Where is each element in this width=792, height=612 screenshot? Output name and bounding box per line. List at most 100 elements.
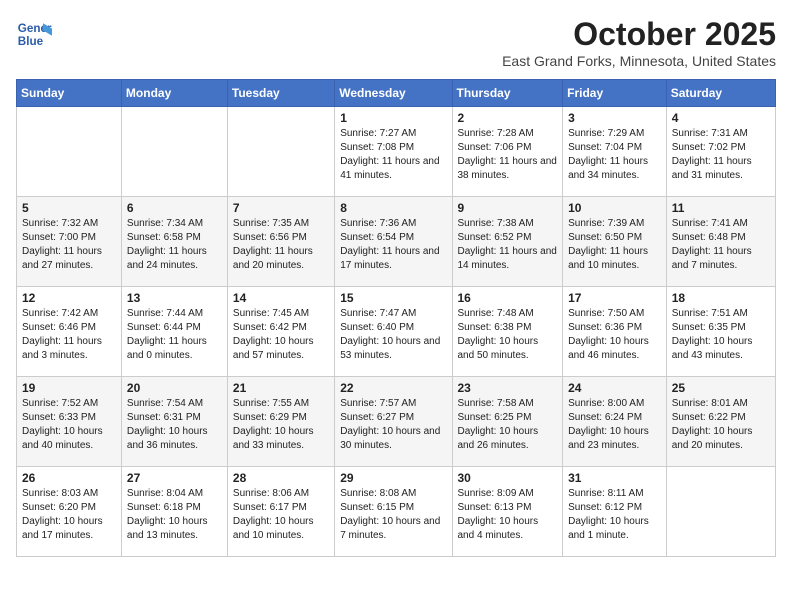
week-row-4: 19Sunrise: 7:52 AMSunset: 6:33 PMDayligh…	[17, 377, 776, 467]
day-number: 7	[233, 201, 329, 215]
day-info: Sunrise: 8:06 AMSunset: 6:17 PMDaylight:…	[233, 488, 314, 541]
day-info: Sunrise: 7:36 AMSunset: 6:54 PMDaylight:…	[340, 218, 439, 271]
day-number: 26	[22, 471, 116, 485]
day-cell: 24 Sunrise: 8:00 AMSunset: 6:24 PMDayligh…	[563, 377, 667, 467]
day-cell	[121, 107, 227, 197]
day-info: Sunrise: 7:50 AMSunset: 6:36 PMDaylight:…	[568, 308, 649, 361]
day-cell: 27 Sunrise: 8:04 AMSunset: 6:18 PMDayligh…	[121, 467, 227, 557]
week-row-3: 12 Sunrise: 7:42 AMSunset: 6:46 PMDayligh…	[17, 287, 776, 377]
day-info: Sunrise: 7:57 AMSunset: 6:27 PMDaylight:…	[340, 398, 440, 451]
header-wednesday: Wednesday	[335, 80, 452, 107]
day-info: Sunrise: 8:08 AMSunset: 6:15 PMDaylight:…	[340, 488, 440, 541]
day-number: 5	[22, 201, 116, 215]
day-cell: 1 Sunrise: 7:27 AMSunset: 7:08 PMDaylight…	[335, 107, 452, 197]
day-cell: 6Sunrise: 7:34 AMSunset: 6:58 PMDaylight…	[121, 197, 227, 287]
header-thursday: Thursday	[452, 80, 563, 107]
day-info: Sunrise: 8:01 AMSunset: 6:22 PMDaylight:…	[672, 398, 753, 451]
main-title: October 2025	[502, 16, 776, 53]
header-monday: Monday	[121, 80, 227, 107]
day-number: 16	[458, 291, 558, 305]
day-info: Sunrise: 7:52 AMSunset: 6:33 PMDaylight:…	[22, 398, 103, 451]
day-cell	[227, 107, 334, 197]
header-friday: Friday	[563, 80, 667, 107]
day-cell: 8 Sunrise: 7:36 AMSunset: 6:54 PMDaylight…	[335, 197, 452, 287]
day-cell: 5 Sunrise: 7:32 AMSunset: 7:00 PMDaylight…	[17, 197, 122, 287]
header-row: Sunday Monday Tuesday Wednesday Thursday…	[17, 80, 776, 107]
logo: General Blue	[16, 16, 52, 52]
day-cell: 10Sunrise: 7:39 AMSunset: 6:50 PMDayligh…	[563, 197, 667, 287]
day-info: Sunrise: 7:31 AMSunset: 7:02 PMDaylight:…	[672, 128, 752, 181]
day-info: Sunrise: 7:58 AMSunset: 6:25 PMDaylight:…	[458, 398, 539, 451]
day-info: Sunrise: 7:47 AMSunset: 6:40 PMDaylight:…	[340, 308, 440, 361]
week-row-1: 1 Sunrise: 7:27 AMSunset: 7:08 PMDaylight…	[17, 107, 776, 197]
day-number: 11	[672, 201, 770, 215]
day-cell: 21 Sunrise: 7:55 AMSunset: 6:29 PMDayligh…	[227, 377, 334, 467]
day-number: 10	[568, 201, 661, 215]
day-cell	[666, 467, 775, 557]
day-cell: 13 Sunrise: 7:44 AMSunset: 6:44 PMDayligh…	[121, 287, 227, 377]
day-info: Sunrise: 8:00 AMSunset: 6:24 PMDaylight:…	[568, 398, 649, 451]
day-number: 25	[672, 381, 770, 395]
day-cell: 30Sunrise: 8:09 AMSunset: 6:13 PMDayligh…	[452, 467, 563, 557]
day-cell: 2 Sunrise: 7:28 AMSunset: 7:06 PMDaylight…	[452, 107, 563, 197]
day-cell: 12 Sunrise: 7:42 AMSunset: 6:46 PMDayligh…	[17, 287, 122, 377]
day-info: Sunrise: 7:44 AMSunset: 6:44 PMDaylight:…	[127, 308, 207, 361]
day-info: Sunrise: 7:41 AMSunset: 6:48 PMDaylight:…	[672, 218, 752, 271]
day-cell: 7Sunrise: 7:35 AMSunset: 6:56 PMDaylight…	[227, 197, 334, 287]
day-info: Sunrise: 7:29 AMSunset: 7:04 PMDaylight:…	[568, 128, 648, 181]
day-number: 13	[127, 291, 222, 305]
day-cell: 16Sunrise: 7:48 AMSunset: 6:38 PMDayligh…	[452, 287, 563, 377]
calendar-table: Sunday Monday Tuesday Wednesday Thursday…	[16, 79, 776, 557]
day-cell: 26Sunrise: 8:03 AMSunset: 6:20 PMDayligh…	[17, 467, 122, 557]
day-cell	[17, 107, 122, 197]
sub-title: East Grand Forks, Minnesota, United Stat…	[502, 53, 776, 69]
day-cell: 17 Sunrise: 7:50 AMSunset: 6:36 PMDayligh…	[563, 287, 667, 377]
day-cell: 4 Sunrise: 7:31 AMSunset: 7:02 PMDaylight…	[666, 107, 775, 197]
day-number: 1	[340, 111, 446, 125]
day-number: 21	[233, 381, 329, 395]
day-number: 8	[340, 201, 446, 215]
day-cell: 28 Sunrise: 8:06 AMSunset: 6:17 PMDayligh…	[227, 467, 334, 557]
svg-text:Blue: Blue	[18, 35, 44, 48]
day-info: Sunrise: 7:38 AMSunset: 6:52 PMDaylight:…	[458, 218, 557, 271]
day-info: Sunrise: 8:04 AMSunset: 6:18 PMDaylight:…	[127, 488, 208, 541]
day-cell: 22Sunrise: 7:57 AMSunset: 6:27 PMDayligh…	[335, 377, 452, 467]
day-info: Sunrise: 7:28 AMSunset: 7:06 PMDaylight:…	[458, 128, 557, 181]
day-cell: 19Sunrise: 7:52 AMSunset: 6:33 PMDayligh…	[17, 377, 122, 467]
day-info: Sunrise: 8:11 AMSunset: 6:12 PMDaylight:…	[568, 488, 649, 541]
day-number: 20	[127, 381, 222, 395]
day-number: 2	[458, 111, 558, 125]
day-info: Sunrise: 7:54 AMSunset: 6:31 PMDaylight:…	[127, 398, 208, 451]
logo-icon: General Blue	[16, 16, 52, 52]
page-header: General Blue October 2025 East Grand For…	[16, 16, 776, 69]
header-sunday: Sunday	[17, 80, 122, 107]
day-cell: 15 Sunrise: 7:47 AMSunset: 6:40 PMDayligh…	[335, 287, 452, 377]
day-info: Sunrise: 7:32 AMSunset: 7:00 PMDaylight:…	[22, 218, 102, 271]
day-info: Sunrise: 7:51 AMSunset: 6:35 PMDaylight:…	[672, 308, 753, 361]
day-info: Sunrise: 7:45 AMSunset: 6:42 PMDaylight:…	[233, 308, 314, 361]
week-row-5: 26Sunrise: 8:03 AMSunset: 6:20 PMDayligh…	[17, 467, 776, 557]
day-number: 12	[22, 291, 116, 305]
day-info: Sunrise: 7:27 AMSunset: 7:08 PMDaylight:…	[340, 128, 439, 181]
day-cell: 11 Sunrise: 7:41 AMSunset: 6:48 PMDayligh…	[666, 197, 775, 287]
day-number: 4	[672, 111, 770, 125]
day-number: 27	[127, 471, 222, 485]
day-number: 15	[340, 291, 446, 305]
day-number: 6	[127, 201, 222, 215]
day-number: 30	[458, 471, 558, 485]
day-info: Sunrise: 7:55 AMSunset: 6:29 PMDaylight:…	[233, 398, 314, 451]
day-cell: 18Sunrise: 7:51 AMSunset: 6:35 PMDayligh…	[666, 287, 775, 377]
calendar-body: 1 Sunrise: 7:27 AMSunset: 7:08 PMDaylight…	[17, 107, 776, 557]
day-cell: 25 Sunrise: 8:01 AMSunset: 6:22 PMDayligh…	[666, 377, 775, 467]
day-cell: 20 Sunrise: 7:54 AMSunset: 6:31 PMDayligh…	[121, 377, 227, 467]
week-row-2: 5 Sunrise: 7:32 AMSunset: 7:00 PMDaylight…	[17, 197, 776, 287]
day-cell: 23Sunrise: 7:58 AMSunset: 6:25 PMDayligh…	[452, 377, 563, 467]
day-number: 24	[568, 381, 661, 395]
day-cell: 14 Sunrise: 7:45 AMSunset: 6:42 PMDayligh…	[227, 287, 334, 377]
day-info: Sunrise: 7:42 AMSunset: 6:46 PMDaylight:…	[22, 308, 102, 361]
header-tuesday: Tuesday	[227, 80, 334, 107]
day-cell: 31Sunrise: 8:11 AMSunset: 6:12 PMDayligh…	[563, 467, 667, 557]
day-number: 17	[568, 291, 661, 305]
day-number: 14	[233, 291, 329, 305]
day-number: 28	[233, 471, 329, 485]
